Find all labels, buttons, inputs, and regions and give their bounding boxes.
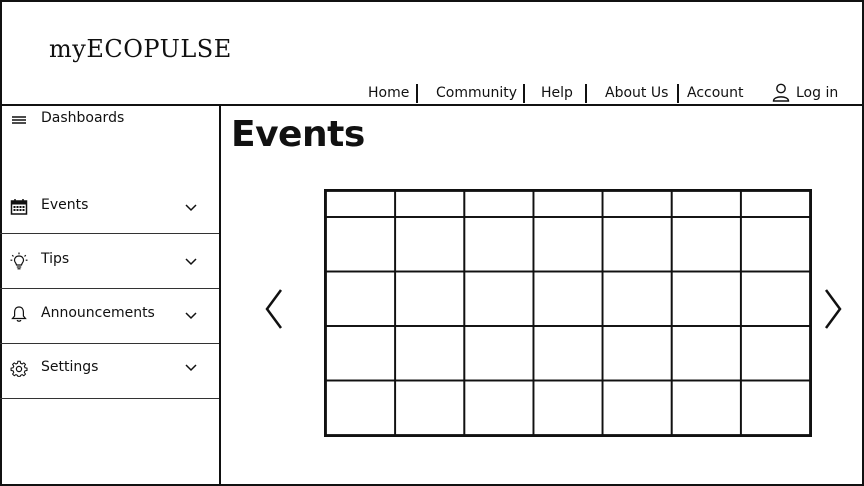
calendar-day-cell[interactable] [532,270,604,327]
main-content: Events [221,106,864,486]
nav-account-link[interactable]: Account [687,85,744,101]
sidebar-item-events[interactable]: Events [0,179,219,234]
calendar-day-cell[interactable] [532,325,604,382]
nav-divider [677,84,679,103]
top-nav: Home Community Help About Us Account Log… [0,83,864,105]
calendar-day-cell[interactable] [394,325,466,382]
calendar-day-cell[interactable] [739,325,810,382]
calendar-header-cell [670,191,742,218]
chevron-down-icon[interactable] [184,363,198,373]
calendar-day-cell[interactable] [326,379,397,436]
calendar-day-cell[interactable] [670,325,742,382]
calendar-day-cell[interactable] [326,270,397,327]
nav-about-link[interactable]: About Us [605,85,668,101]
calendar-day-cell[interactable] [394,379,466,436]
calendar-header-cell [326,191,397,218]
calendar-day-cell[interactable] [670,216,742,273]
calendar-day-cell[interactable] [326,325,397,382]
calendar-day-cell[interactable] [601,270,673,327]
sidebar-item-dashboards[interactable]: Dashboards [0,106,219,176]
menu-icon [12,116,26,124]
calendar-day-cell[interactable] [601,379,673,436]
nav-divider [585,84,587,103]
calendar-day-cell[interactable] [739,379,810,436]
calendar-day-cell[interactable] [326,216,397,273]
sidebar-item-label: Announcements [41,305,155,321]
nav-home-link[interactable]: Home [368,85,409,101]
sidebar-item-label: Events [41,197,89,213]
calendar-day-cell[interactable] [532,216,604,273]
nav-help-link[interactable]: Help [541,85,573,101]
calendar-day-cell[interactable] [670,379,742,436]
sidebar-item-label: Settings [41,359,99,375]
calendar-header-cell [739,191,810,218]
calendar-header-cell [394,191,466,218]
sidebar-item-label: Tips [41,251,70,267]
sidebar-item-announcements[interactable]: Announcements [0,289,219,344]
top-header: myECOPULSE Home Community Help About Us … [0,0,864,106]
sidebar: Dashboards Events Tips Announcements Set… [0,106,221,486]
calendar-day-cell[interactable] [532,379,604,436]
bell-icon [11,306,27,322]
lightbulb-icon [10,252,28,270]
calendar-day-cell[interactable] [463,216,535,273]
events-calendar [324,189,812,437]
calendar-day-cell[interactable] [463,270,535,327]
calendar-day-cell[interactable] [394,270,466,327]
calendar-day-cell[interactable] [739,270,810,327]
chevron-down-icon[interactable] [184,311,198,321]
sidebar-item-label: Dashboards [41,110,125,126]
chevron-down-icon[interactable] [184,203,198,213]
page-title: Events [231,114,365,155]
nav-divider [523,84,525,103]
calendar-grid [326,191,810,435]
sidebar-item-tips[interactable]: Tips [0,234,219,289]
login-label: Log in [796,84,839,101]
calendar-header-cell [463,191,535,218]
calendar-header-cell [601,191,673,218]
chevron-right-icon[interactable] [822,287,844,331]
calendar-day-cell[interactable] [463,325,535,382]
calendar-day-cell[interactable] [394,216,466,273]
nav-community-link[interactable]: Community [436,85,517,101]
chevron-left-icon[interactable] [263,287,285,331]
chevron-down-icon[interactable] [184,257,198,267]
calendar-day-cell[interactable] [463,379,535,436]
nav-divider [416,84,418,103]
calendar-day-cell[interactable] [601,325,673,382]
calendar-day-cell[interactable] [670,270,742,327]
login-button[interactable]: Log in [772,83,838,102]
calendar-day-cell[interactable] [601,216,673,273]
calendar-day-cell[interactable] [739,216,810,273]
calendar-header-cell [532,191,604,218]
sidebar-item-settings[interactable]: Settings [0,344,219,399]
user-icon [772,83,790,102]
brand-logo[interactable]: myECOPULSE [49,35,232,63]
calendar-icon [10,199,28,215]
gear-icon [10,360,28,377]
